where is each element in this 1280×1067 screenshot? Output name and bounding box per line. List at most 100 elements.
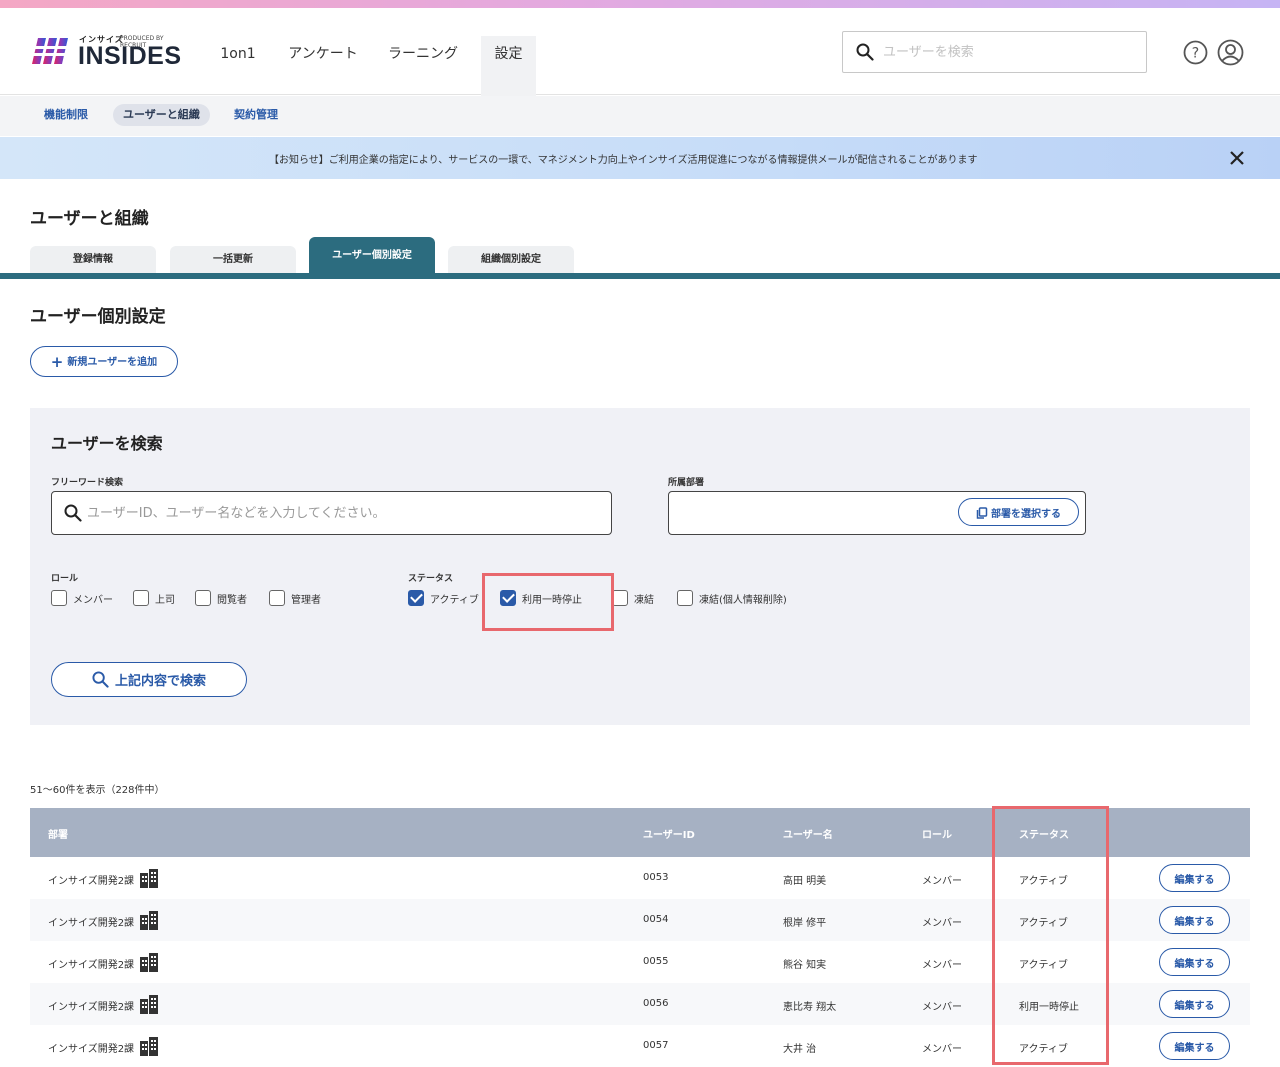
plus-icon: + (50, 352, 64, 371)
subnav-users-org[interactable]: ユーザーと組織 (113, 104, 210, 126)
cell-user-name: 高田 明美 (783, 876, 827, 887)
cell-user-id: 0055 (643, 956, 669, 967)
status-frozen-checkbox[interactable]: 凍結 (612, 590, 654, 606)
subnav-contract[interactable]: 契約管理 (224, 104, 288, 126)
logo-wordmark: INSIDES (78, 42, 182, 70)
dept-field: 部署を選択する (668, 491, 1086, 535)
building-icon (140, 869, 158, 888)
col-header-role: ロール (922, 830, 952, 841)
subnav-feature-restriction[interactable]: 機能制限 (34, 104, 98, 126)
header-search[interactable] (842, 31, 1147, 73)
role-admin-checkbox[interactable]: 管理者 (269, 590, 321, 606)
help-icon[interactable]: ? (1183, 40, 1208, 65)
checkbox-box[interactable] (195, 590, 211, 606)
checkbox-box[interactable] (51, 590, 67, 606)
search-icon (92, 671, 109, 688)
checkbox-label: メンバー (73, 594, 113, 606)
select-dept-label: 部署を選択する (991, 508, 1061, 520)
page-title: ユーザーと組織 (30, 209, 149, 229)
run-search-button[interactable]: 上記内容で検索 (51, 662, 247, 697)
tab-registration-info[interactable]: 登録情報 (30, 246, 156, 274)
checkbox-label: 凍結(個人情報削除) (699, 594, 787, 606)
checkbox-label: 閲覧者 (217, 594, 247, 606)
header-search-input[interactable] (883, 41, 1133, 63)
checkbox-box[interactable] (133, 590, 149, 606)
result-count: 51〜60件を表示（228件中） (30, 785, 165, 796)
col-header-user-name: ユーザー名 (783, 830, 833, 841)
role-boss-checkbox[interactable]: 上司 (133, 590, 175, 606)
cell-user-id: 0053 (643, 872, 669, 883)
close-icon[interactable] (1228, 149, 1246, 167)
col-header-user-id: ユーザーID (643, 830, 695, 841)
checkbox-box[interactable] (677, 590, 693, 606)
cell-user-name: 恵比寿 翔太 (783, 1002, 837, 1013)
checkbox-box[interactable] (612, 590, 628, 606)
highlight-box-suspended-filter (482, 573, 614, 631)
tab-user-settings[interactable]: ユーザー個別設定 (309, 237, 435, 274)
freeword-input[interactable] (87, 503, 557, 523)
nav-survey[interactable]: アンケート (283, 36, 363, 96)
checkbox-label: アクティブ (430, 594, 479, 606)
tab-bulk-update[interactable]: 一括更新 (170, 246, 296, 274)
cell-role: メンバー (922, 960, 962, 971)
edit-button[interactable]: 編集する (1159, 990, 1230, 1018)
tab-org-settings[interactable]: 組織個別設定 (448, 246, 574, 274)
section-title: ユーザー個別設定 (30, 307, 166, 327)
col-header-dept: 部署 (48, 830, 68, 841)
role-viewer-checkbox[interactable]: 閲覧者 (195, 590, 247, 606)
nav-settings[interactable]: 設定 (481, 36, 536, 96)
insides-logo[interactable]: インサイズ PRODUCED BY RECRUIT INSIDES (32, 32, 182, 72)
search-panel-title: ユーザーを検索 (51, 434, 163, 453)
dept-label: 所属部署 (668, 478, 705, 488)
cell-user-name: 根岸 修平 (783, 918, 827, 929)
logo-mark-icon (32, 38, 70, 64)
checkbox-box[interactable] (269, 590, 285, 606)
edit-button[interactable]: 編集する (1159, 1032, 1230, 1060)
svg-text:?: ? (1192, 46, 1199, 62)
user-search-panel: ユーザーを検索 フリーワード検索 所属部署 部署を選択する ロール メンバー 上… (30, 408, 1250, 725)
edit-button[interactable]: 編集する (1159, 906, 1230, 934)
role-label: ロール (51, 574, 79, 584)
checkbox-label: 凍結 (634, 594, 654, 606)
cell-user-id: 0056 (643, 998, 669, 1009)
nav-learning[interactable]: ラーニング (383, 36, 463, 96)
edit-button[interactable]: 編集する (1159, 864, 1230, 892)
cell-user-id: 0054 (643, 914, 669, 925)
building-icon (140, 995, 158, 1014)
checkbox-box[interactable] (408, 590, 424, 606)
cell-dept: インサイズ開発2課 (48, 876, 135, 887)
cell-role: メンバー (922, 1044, 962, 1055)
tab-underline (0, 273, 1280, 279)
cell-dept: インサイズ開発2課 (48, 1002, 135, 1013)
cell-dept: インサイズ開発2課 (48, 960, 135, 971)
search-icon (64, 504, 82, 522)
role-member-checkbox[interactable]: メンバー (51, 590, 113, 606)
cell-user-name: 大井 治 (783, 1044, 817, 1055)
building-icon (140, 1037, 158, 1056)
highlight-box-status-column (992, 806, 1109, 1065)
copy-icon (976, 506, 988, 519)
freeword-field[interactable] (51, 491, 612, 535)
run-search-label: 上記内容で検索 (114, 674, 206, 689)
status-active-checkbox[interactable]: アクティブ (408, 590, 479, 606)
search-icon (856, 43, 874, 61)
status-frozen-deleted-checkbox[interactable]: 凍結(個人情報削除) (677, 590, 787, 606)
top-accent-bar (0, 0, 1280, 8)
nav-1on1[interactable]: 1on1 (205, 36, 271, 96)
checkbox-label: 管理者 (291, 594, 321, 606)
settings-subnav: 機能制限 ユーザーと組織 契約管理 (0, 96, 1280, 136)
building-icon (140, 953, 158, 972)
select-dept-button[interactable]: 部署を選択する (958, 498, 1079, 526)
cell-role: メンバー (922, 1002, 962, 1013)
add-user-button[interactable]: + 新規ユーザーを追加 (30, 346, 178, 377)
cell-dept: インサイズ開発2課 (48, 1044, 135, 1055)
app-header: インサイズ PRODUCED BY RECRUIT INSIDES 1on1 ア… (0, 8, 1280, 96)
edit-button[interactable]: 編集する (1159, 948, 1230, 976)
cell-user-id: 0057 (643, 1040, 669, 1051)
building-icon (140, 911, 158, 930)
cell-role: メンバー (922, 918, 962, 929)
account-icon[interactable] (1217, 39, 1244, 66)
status-label: ステータス (408, 574, 454, 584)
notice-banner: 【お知らせ】ご利用企業の指定により、サービスの一環で、マネジメント力向上やインサ… (0, 137, 1280, 179)
notice-text: 【お知らせ】ご利用企業の指定により、サービスの一環で、マネジメント力向上やインサ… (269, 155, 978, 166)
